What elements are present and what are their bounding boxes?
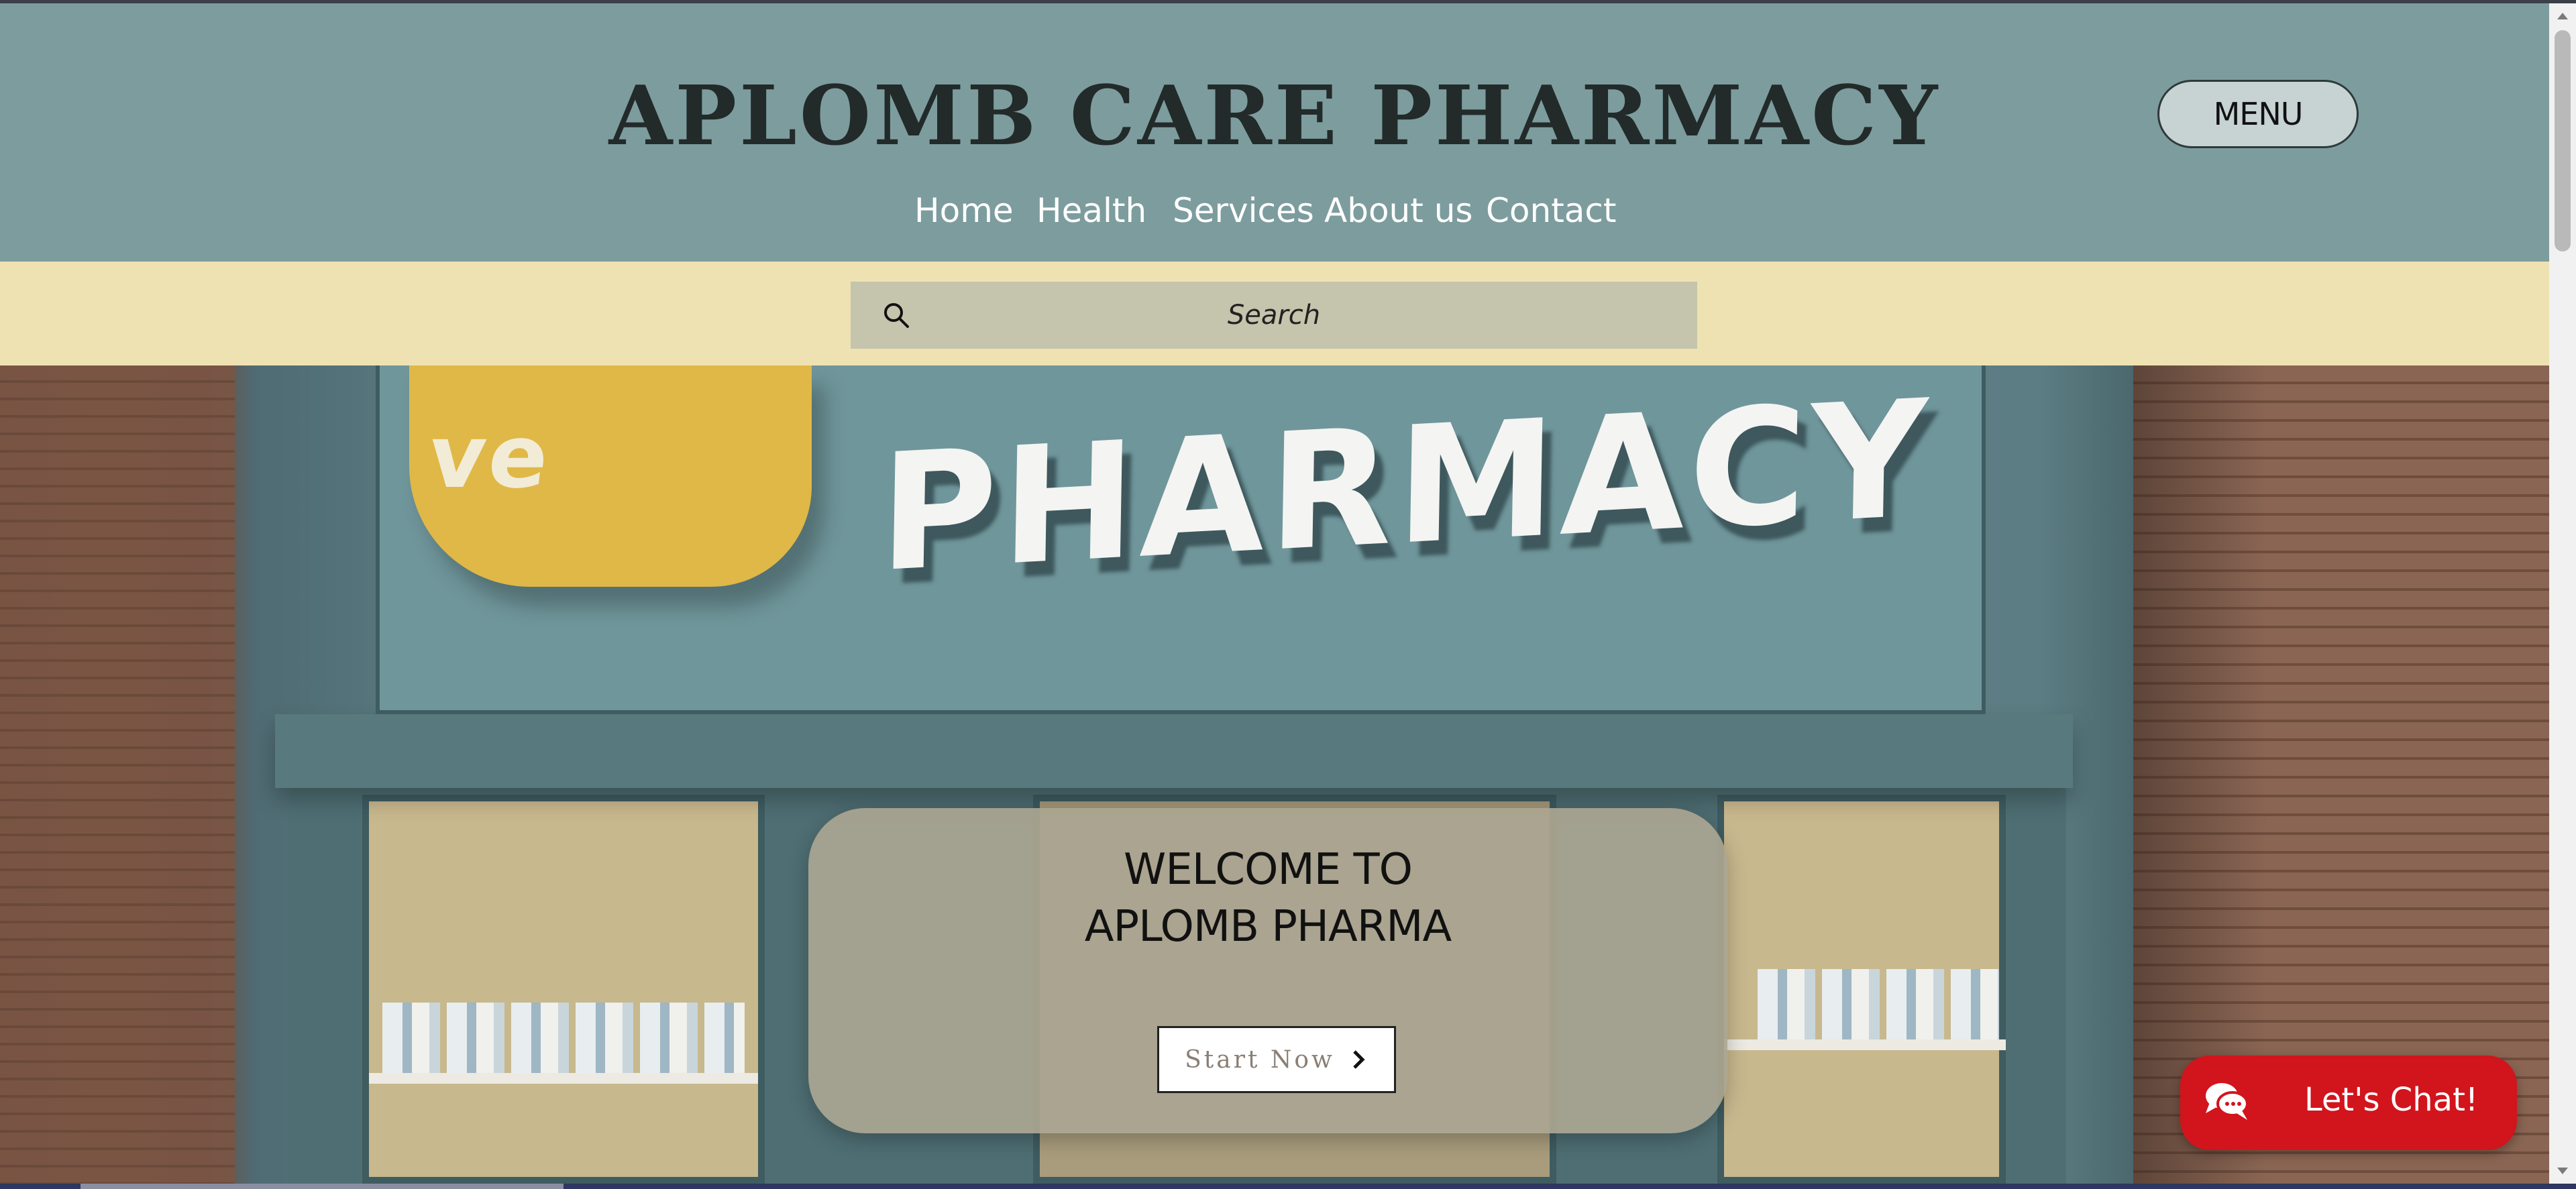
chat-label: Let's Chat! <box>2304 1081 2479 1119</box>
bottom-bar <box>0 1184 2576 1189</box>
nav-item-health[interactable]: Health <box>1036 191 1146 230</box>
shelf <box>369 1073 758 1084</box>
vertical-scrollbar[interactable] <box>2549 3 2576 1184</box>
chevron-right-icon <box>1353 1050 1365 1069</box>
bottom-bar-highlight <box>80 1184 564 1189</box>
scroll-down-icon[interactable] <box>2557 1168 2568 1174</box>
shelf-products <box>1758 969 1999 1043</box>
search-box[interactable] <box>851 282 1697 349</box>
site-header: APLOMB CARE PHARMACY MENU Home Health Se… <box>0 3 2549 262</box>
nav-item-about-us[interactable]: About us <box>1324 191 1472 230</box>
start-now-label: Start Now <box>1185 1045 1335 1074</box>
scroll-up-icon[interactable] <box>2557 13 2568 19</box>
brick-wall-left <box>0 365 235 1184</box>
hero-section: ve PHARMACY WELCOME TO APLOMB PHARMA Sta… <box>0 365 2549 1184</box>
nav-item-home[interactable]: Home <box>914 191 1014 230</box>
nav-item-services[interactable]: Services <box>1173 191 1314 230</box>
shop-window-left <box>362 795 765 1184</box>
sign-ledge <box>275 714 2073 788</box>
search-icon[interactable] <box>881 300 911 330</box>
welcome-line-1: WELCOME TO <box>1124 845 1413 895</box>
shelf <box>1724 1039 2006 1050</box>
shop-window-right <box>1717 795 2006 1184</box>
page-viewport: APLOMB CARE PHARMACY MENU Home Health Se… <box>0 0 2549 1184</box>
scroll-thumb[interactable] <box>2555 30 2571 251</box>
welcome-card: WELCOME TO APLOMB PHARMA Start Now <box>808 808 1727 1133</box>
menu-button[interactable]: MENU <box>2157 80 2359 148</box>
nav-item-contact[interactable]: Contact <box>1486 191 1617 230</box>
shelf-products <box>382 1003 745 1076</box>
main-nav: Home Health Services About us Contact <box>0 191 2549 245</box>
sign-logo-text: ve <box>424 406 556 508</box>
welcome-line-2: APLOMB PHARMA <box>1084 902 1452 952</box>
search-strip <box>0 262 2549 365</box>
search-input[interactable] <box>851 282 1697 349</box>
chat-bubble-icon <box>2206 1083 2249 1120</box>
chat-button[interactable]: Let's Chat! <box>2180 1056 2517 1150</box>
start-now-button[interactable]: Start Now <box>1157 1026 1396 1093</box>
